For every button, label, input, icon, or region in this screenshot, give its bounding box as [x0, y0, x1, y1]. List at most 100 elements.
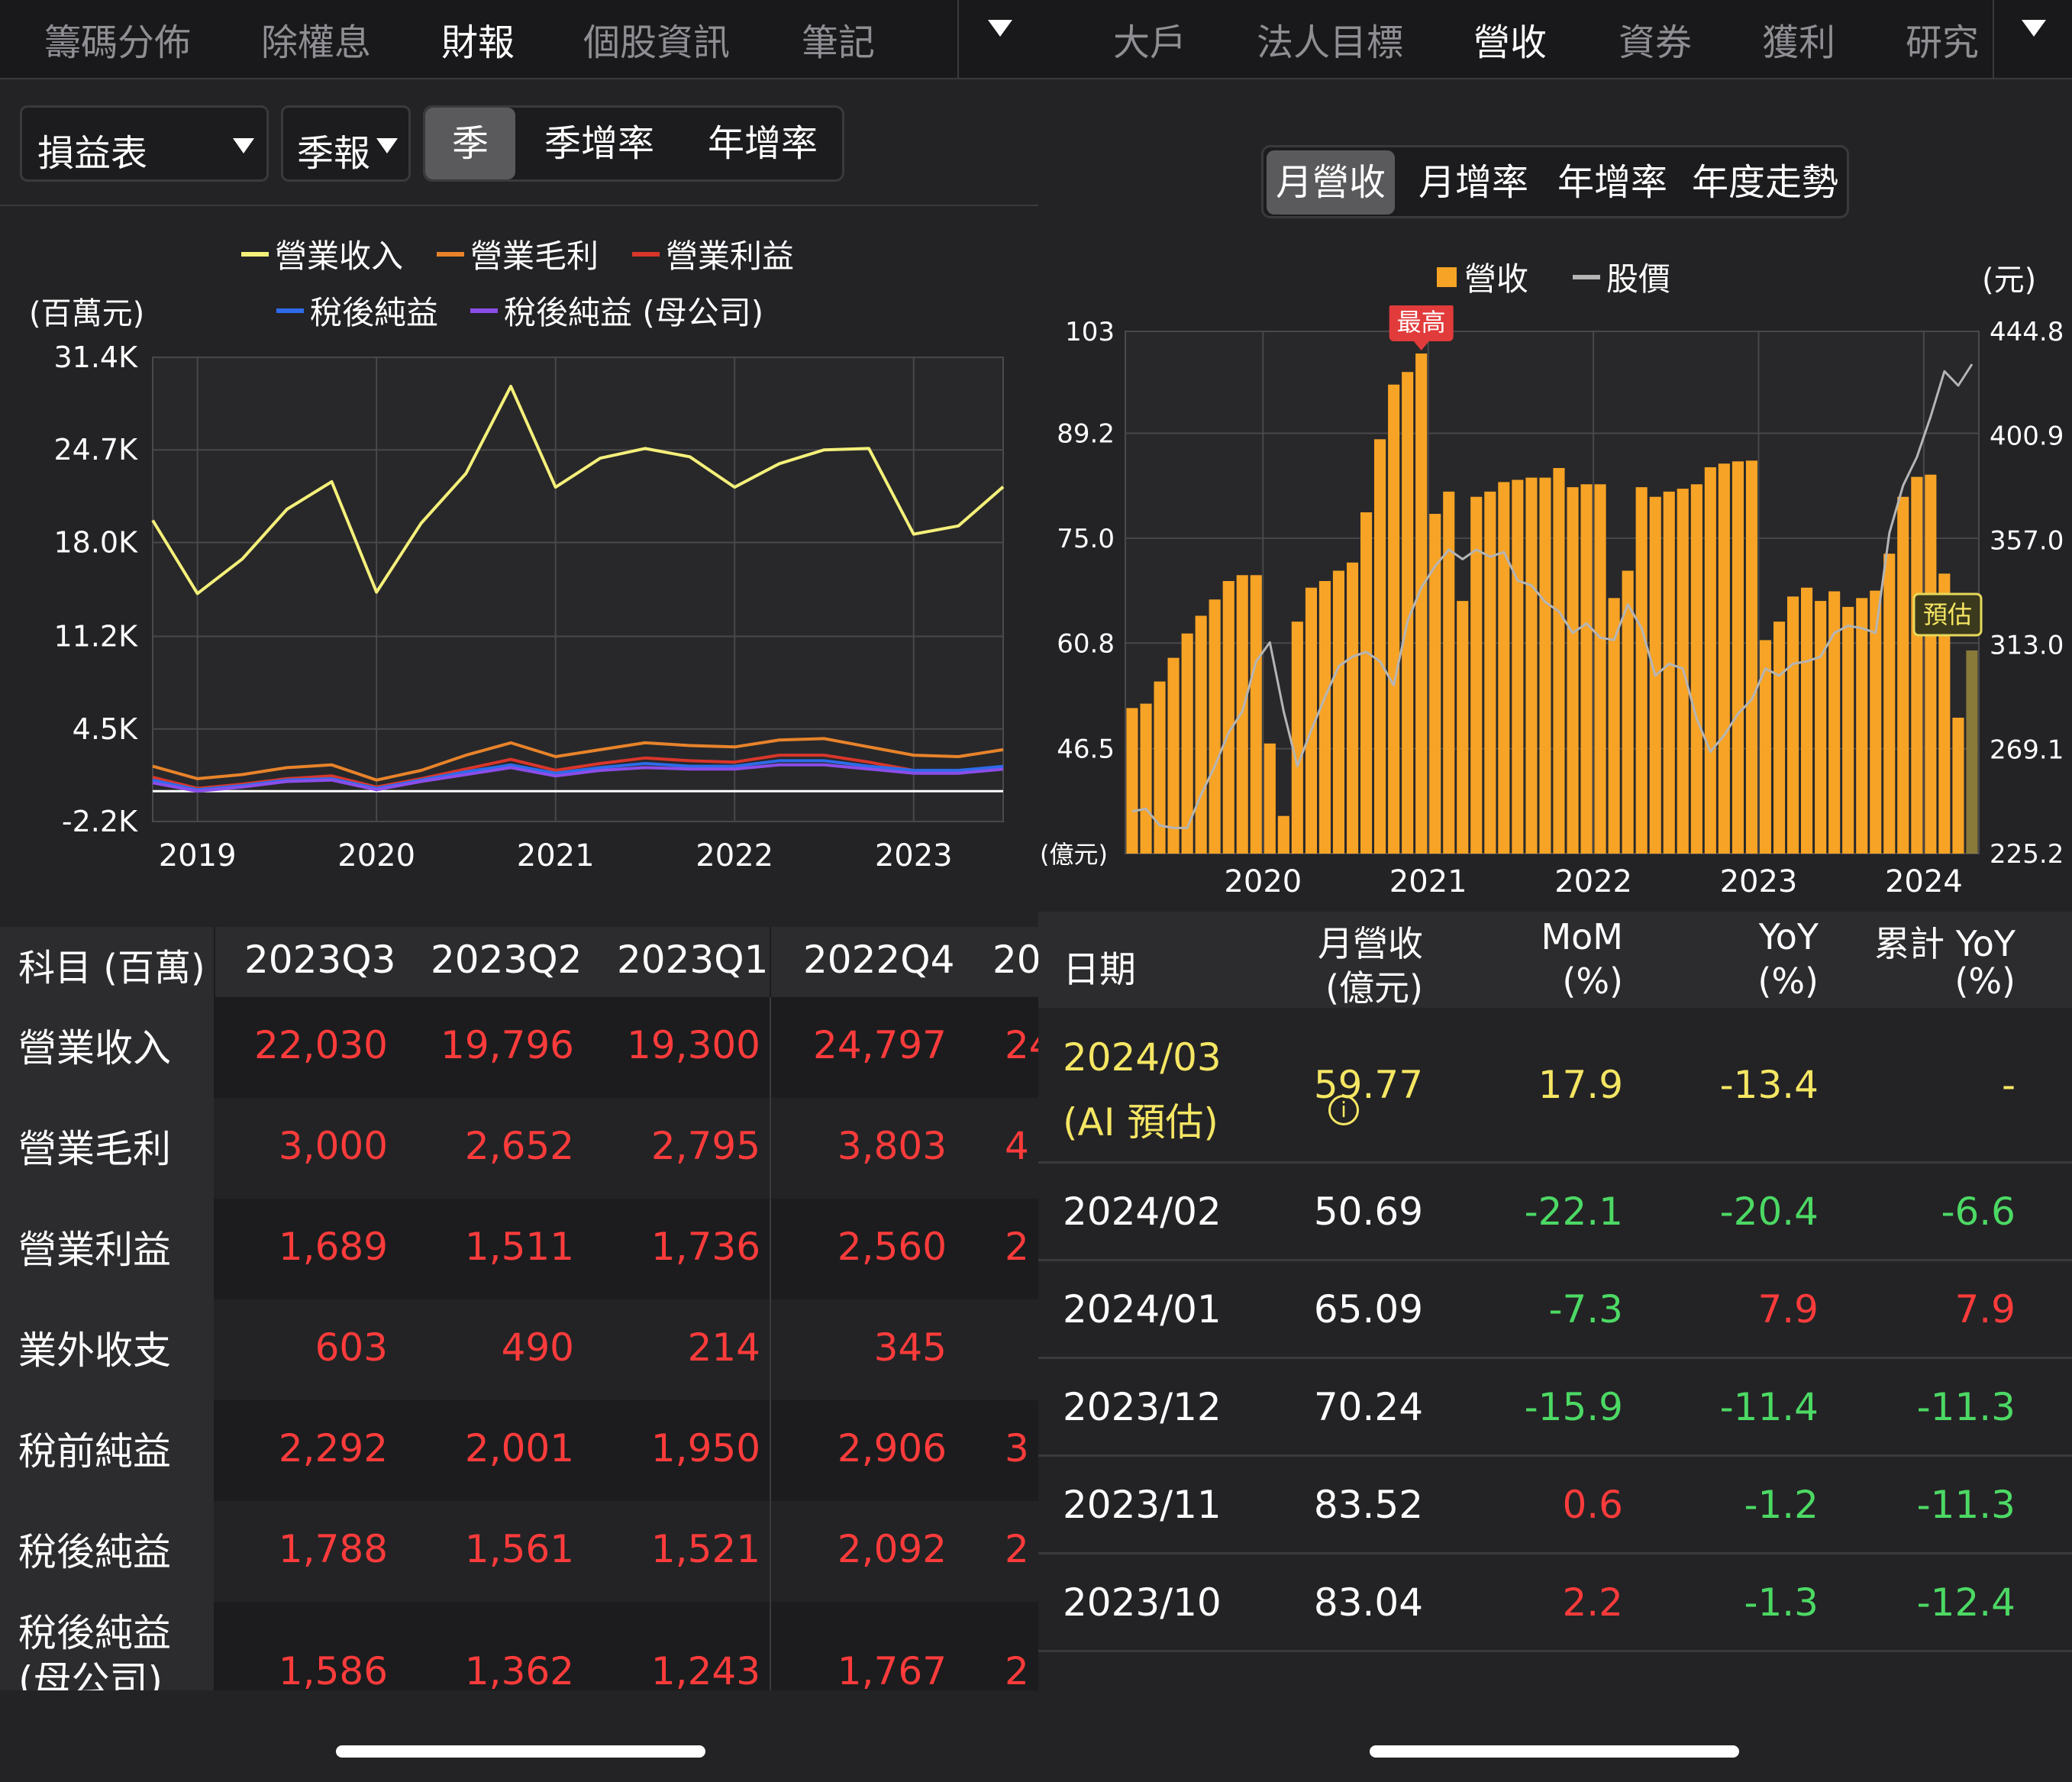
- segment-yoy-rate[interactable]: 年增率: [694, 108, 831, 179]
- revenue-bar: [1635, 487, 1648, 854]
- divider: [770, 1400, 771, 1501]
- divider: [770, 927, 771, 997]
- tab-divider: [1993, 0, 1994, 79]
- row-label: 稅前純益: [18, 1429, 171, 1474]
- header-period: 20: [992, 938, 1038, 982]
- revenue-bar: [1567, 487, 1579, 854]
- tab-ex-dividend[interactable]: 除權息: [261, 12, 371, 66]
- period-type-dropdown[interactable]: 季報: [281, 105, 411, 182]
- table-row[interactable]: 稅前純益 2,292 2,001 1,950 2,906 3: [0, 1400, 1038, 1501]
- table-row[interactable]: 業外收支 603 490 214 345: [0, 1299, 1038, 1400]
- segment-mom-rate[interactable]: 月增率: [1409, 150, 1538, 215]
- segment-annual-trend[interactable]: 年度走勢: [1686, 150, 1844, 215]
- month-date: 2023/12: [1063, 1385, 1222, 1429]
- header-period: 2023Q3: [244, 938, 396, 982]
- revenue-bar: [1126, 708, 1138, 854]
- revenue-bar: [1883, 554, 1896, 854]
- chevron-down-icon[interactable]: [2022, 20, 2046, 37]
- value-cell: 1,362: [464, 1649, 574, 1690]
- cumulative-yoy-value: -6.6: [1941, 1190, 2016, 1234]
- row-label-cell: 稅前純益: [0, 1400, 214, 1501]
- tab-revenue[interactable]: 營收: [1473, 12, 1547, 66]
- table-row[interactable]: 營業利益 1,689 1,511 1,736 2,560 2: [0, 1199, 1038, 1299]
- revenue-bar: [1374, 439, 1386, 854]
- chevron-down-icon[interactable]: [988, 20, 1012, 37]
- revenue-bar: [1911, 476, 1923, 854]
- income-statement-line-chart: 31.4K 24.7K 18.0K 11.2K 4.5K -2.2K 2019 2020 202…: [53, 341, 1005, 873]
- month-date: 2024/03: [1063, 1035, 1222, 1080]
- revenue-bar: [1745, 460, 1757, 854]
- y2-tick-label: 313.0: [1990, 631, 2064, 661]
- cumulative-yoy-value: 7.9: [1954, 1287, 2016, 1332]
- segment-yoy-rate[interactable]: 年增率: [1548, 150, 1677, 215]
- revenue-bar: [1952, 718, 1964, 854]
- table-row[interactable]: 2023/10 83.04 2.2 -1.3 -12.4: [1038, 1554, 2072, 1652]
- revenue-bar: [1209, 599, 1221, 854]
- row-label-cell: 稅後純益 (母公司): [0, 1602, 214, 1690]
- segment-quarter[interactable]: 季: [425, 108, 515, 179]
- tab-margin-trading[interactable]: 資券: [1619, 12, 1692, 66]
- divider: [770, 1098, 771, 1199]
- tab-major-holders[interactable]: 大戶: [1113, 12, 1186, 66]
- row-label: 營業收入: [18, 1026, 171, 1070]
- divider: [0, 205, 1038, 206]
- monthly-revenue-value: 59.77: [1313, 1063, 1423, 1107]
- tab-financial-report[interactable]: 財報: [441, 12, 515, 66]
- tab-profitability[interactable]: 獲利: [1762, 12, 1835, 66]
- legend-label: 營業利益: [666, 237, 795, 275]
- header-period: 2023Q1: [617, 938, 769, 982]
- y2-tick-label: 357.0: [1990, 525, 2064, 556]
- value-cell: 24,797: [813, 1023, 947, 1067]
- revenue-bar: [1512, 479, 1524, 854]
- legend-swatch: [470, 308, 498, 313]
- home-indicator[interactable]: [336, 1745, 705, 1758]
- value-cell: 3,000: [278, 1124, 388, 1168]
- divider: [214, 927, 215, 997]
- header-cumulative-yoy-unit: (%): [1954, 960, 2016, 1002]
- monthly-revenue-value: 50.69: [1313, 1190, 1423, 1234]
- month-date: 2023/10: [1063, 1580, 1222, 1625]
- legend-revenue: 營業收入: [241, 231, 403, 277]
- table-row[interactable]: 2023/11 83.52 0.6 -1.2 -11.3: [1038, 1457, 2072, 1554]
- revenue-bar: [1759, 640, 1771, 854]
- revenue-bar: [1594, 484, 1606, 854]
- segment-qoq-rate[interactable]: 季增率: [531, 108, 668, 179]
- tab-stock-info[interactable]: 個股資訊: [583, 12, 730, 66]
- revenue-bar: [1457, 601, 1469, 854]
- x-tick-label: 2022: [1554, 864, 1632, 899]
- table-row[interactable]: 營業毛利 3,000 2,652 2,795 3,803 4: [0, 1098, 1038, 1199]
- x-tick-label: 2021: [517, 838, 595, 873]
- revenue-bar: [1704, 467, 1716, 854]
- table-row[interactable]: 2024/02 50.69 -22.1 -20.4 -6.6: [1038, 1164, 2072, 1261]
- table-row[interactable]: 稅後純益 1,788 1,561 1,521 2,092 2: [0, 1501, 1038, 1602]
- row-label-cell: 營業收入: [0, 997, 214, 1098]
- table-row[interactable]: 2024/01 65.09 -7.3 7.9 7.9: [1038, 1261, 2072, 1359]
- value-cell: 1,561: [464, 1527, 574, 1571]
- cumulative-yoy-value: -11.3: [1916, 1385, 2016, 1429]
- mom-value: 0.6: [1562, 1483, 1623, 1527]
- legend-swatch: [437, 251, 464, 257]
- estimate-badge-label: 預估: [1923, 600, 1972, 629]
- legend-swatch: [276, 308, 304, 313]
- tab-notes[interactable]: 筆記: [802, 12, 875, 66]
- right-tab-bar: 大戶 法人目標 營收 資券 獲利 研究: [1038, 0, 2072, 79]
- divider: [770, 1299, 771, 1400]
- revenue-bar: [1718, 463, 1730, 854]
- yoy-value: 7.9: [1757, 1287, 1819, 1332]
- table-row[interactable]: 2023/12 70.24 -15.9 -11.4 -11.3: [1038, 1359, 2072, 1457]
- financial-report-panel: 籌碼分佈 除權息 財報 個股資訊 筆記 損益表 季報 季 季增率 年增率 營業收…: [0, 0, 1038, 1782]
- tab-research[interactable]: 研究: [1906, 12, 1979, 66]
- value-cell: 3: [1005, 1426, 1029, 1470]
- month-date: 2024/01: [1063, 1287, 1222, 1332]
- table-row[interactable]: 營業收入 22,030 19,796 19,300 24,797 24: [0, 997, 1038, 1098]
- y2-tick-label: 269.1: [1990, 734, 2064, 765]
- value-cell: 1,586: [278, 1649, 388, 1690]
- y2-tick-label: 400.9: [1990, 421, 2064, 452]
- home-indicator[interactable]: [1370, 1745, 1739, 1758]
- tab-chip-distribution[interactable]: 籌碼分佈: [44, 12, 191, 66]
- table-row-estimate[interactable]: 2024/03 (AI 預估) i 59.77 17.9 -13.4-: [1038, 1008, 2072, 1164]
- segment-monthly-revenue[interactable]: 月營收: [1267, 150, 1395, 215]
- statement-type-dropdown[interactable]: 損益表: [20, 105, 269, 182]
- tab-institutional-target[interactable]: 法人目標: [1257, 12, 1403, 66]
- table-row[interactable]: 稅後純益 (母公司) 1,586 1,362 1,243 1,767 2: [0, 1602, 1038, 1690]
